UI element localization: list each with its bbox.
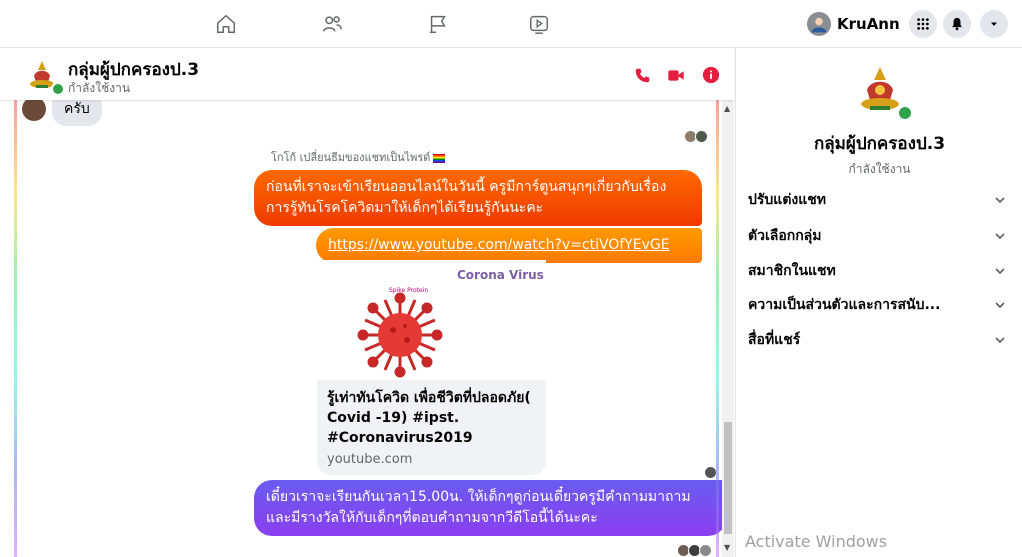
shared-media-label: สื่อที่แชร์: [748, 332, 801, 348]
theme-gradient-right: [716, 100, 719, 557]
bell-icon: [952, 17, 962, 31]
seen-avatar: [695, 130, 708, 143]
profile-link[interactable]: KruAnn: [807, 10, 900, 38]
chat-status: กำลังใช้งาน: [68, 81, 131, 95]
rainbow-flag-icon: [433, 153, 446, 163]
account-menu-button[interactable]: [980, 10, 1008, 38]
panel-group-title: กลุ่มผู้ปกครองป.3: [813, 134, 946, 154]
seen-receipts: [677, 544, 712, 557]
panel-group-status: กำลังใช้งาน: [848, 162, 911, 176]
theme-change-text: โกโก้ เปลี่ยนธีมของแชทเป็นไพรด์: [271, 151, 431, 164]
message-list: ครับ โกโก้ เปลี่ยนธีมของแชทเป็นไพรด์ ก่อ…: [14, 100, 722, 557]
chevron-down-icon: [995, 197, 1005, 204]
thumbnail-title: Corona Virus: [457, 268, 544, 282]
chevron-down-icon: [991, 22, 997, 26]
phone-icon: [635, 68, 649, 82]
seen-receipts: [684, 130, 708, 143]
group-options-label: ตัวเลือกกลุ่ม: [748, 228, 822, 244]
home-icon[interactable]: [215, 13, 237, 35]
message-bubble-incoming[interactable]: ครับ: [52, 100, 102, 126]
scroll-up-arrow-icon[interactable]: ▲: [724, 104, 730, 113]
top-navigation-bar: KruAnn: [0, 0, 1022, 48]
notifications-button[interactable]: [943, 10, 971, 38]
chat-scrollbar[interactable]: ▲ ▼: [722, 100, 734, 557]
friends-icon[interactable]: [321, 13, 343, 35]
link-preview-title[interactable]: รู้เท่าทันโควิด เพื่อชีวิตที่ปลอดภัย( Co…: [327, 388, 537, 448]
pages-flag-icon[interactable]: [427, 13, 449, 35]
link-preview-domain: youtube.com: [327, 452, 413, 467]
chevron-down-icon: [995, 337, 1005, 344]
video-camera-icon: [668, 69, 684, 81]
grid-icon: [917, 18, 929, 30]
scrollbar-thumb[interactable]: [724, 422, 732, 534]
privacy-support-label: ความเป็นส่วนตัวและการสนับ...: [748, 297, 941, 313]
conversation-details-panel: กลุ่มผู้ปกครองป.3 กำลังใช้งาน ปรับแต่งแช…: [735, 48, 1022, 557]
chat-members-item[interactable]: สมาชิกในแชท: [748, 257, 1008, 285]
seen-avatar: [699, 544, 712, 557]
privacy-support-item[interactable]: ความเป็นส่วนตัวและการสนับ...: [748, 291, 1008, 319]
customize-chat-label: ปรับแต่งแชท: [748, 192, 826, 208]
chevron-down-icon: [995, 268, 1005, 275]
chevron-down-icon: [995, 302, 1005, 309]
menu-grid-button[interactable]: [909, 10, 937, 38]
virus-illustration-icon: [357, 292, 443, 378]
message-bubble-outgoing[interactable]: เดี๋ยวเราจะเรียนกันเวลา15.00น. ให้เด็กๆด…: [254, 480, 722, 536]
theme-gradient-left: [14, 100, 17, 557]
incoming-message: ครับ: [22, 100, 102, 126]
system-note: โกโก้ เปลี่ยนธีมของแชทเป็นไพรด์: [271, 148, 446, 166]
online-indicator: [897, 105, 913, 121]
online-indicator: [51, 82, 65, 96]
chat-members-label: สมาชิกในแชท: [748, 263, 836, 279]
shared-media-item[interactable]: สื่อที่แชร์: [748, 326, 1008, 354]
message-bubble-outgoing[interactable]: ก่อนที่เราจะเข้าเรียนออนไลน์ในวันนี้ ครู…: [254, 170, 702, 226]
youtube-link[interactable]: https://www.youtube.com/watch?v=ctiVOfYE…: [328, 237, 670, 253]
conversation-info-button[interactable]: [701, 65, 721, 85]
customize-chat-item[interactable]: ปรับแต่งแชท: [748, 186, 1008, 214]
activate-windows-watermark: Activate Windows: [745, 532, 888, 551]
group-options-item[interactable]: ตัวเลือกกลุ่ม: [748, 222, 1008, 250]
video-call-button[interactable]: [666, 65, 686, 85]
sender-avatar[interactable]: [22, 100, 46, 121]
link-message-bubble[interactable]: https://www.youtube.com/watch?v=ctiVOfYE…: [316, 228, 702, 263]
profile-name: KruAnn: [837, 15, 900, 33]
watch-video-icon[interactable]: [528, 13, 550, 35]
link-preview-card[interactable]: Corona Virus Spike Protein รู้เท่าทันโคว…: [317, 260, 546, 475]
video-thumbnail[interactable]: Corona Virus Spike Protein: [317, 260, 546, 380]
info-icon: [702, 66, 720, 84]
chat-header: กลุ่มผู้ปกครองป.3 กำลังใช้งาน: [0, 48, 734, 100]
profile-avatar: [807, 12, 831, 36]
scroll-down-arrow-icon[interactable]: ▼: [724, 543, 730, 552]
voice-call-button[interactable]: [632, 65, 652, 85]
chevron-down-icon: [995, 233, 1005, 240]
